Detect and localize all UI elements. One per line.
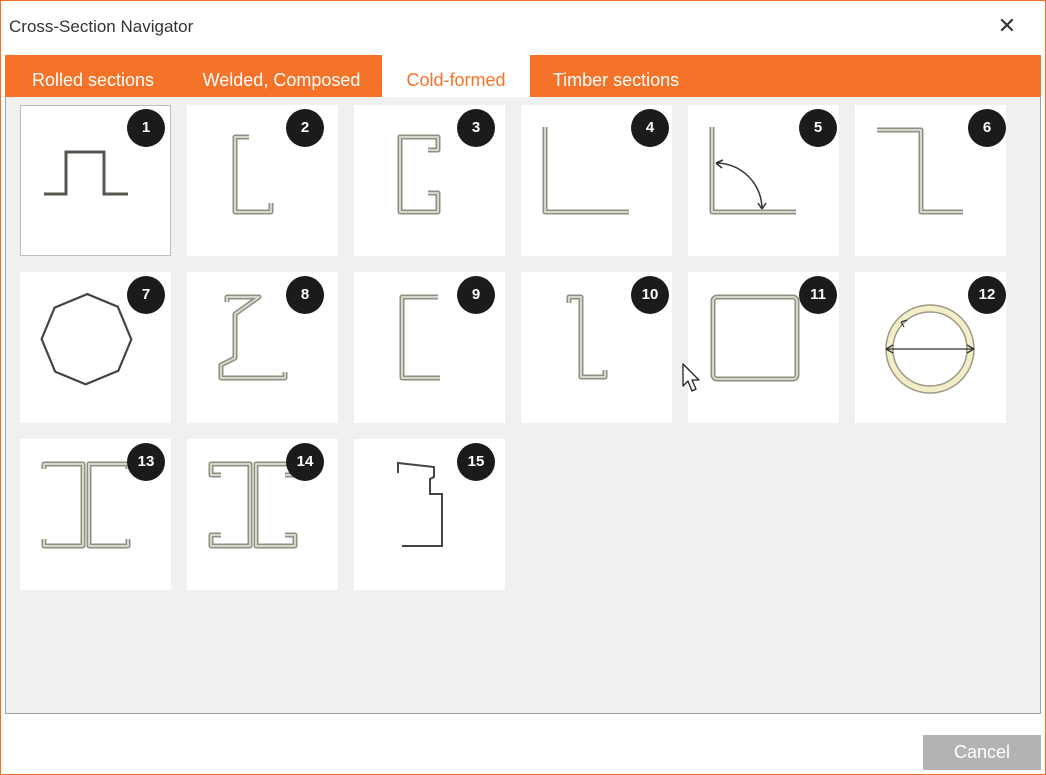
section-tile-9[interactable]: 9: [354, 272, 505, 423]
dialog-title: Cross-Section Navigator: [9, 17, 194, 36]
tab-label: Rolled sections: [31, 70, 155, 90]
section-number-badge: 15: [457, 443, 495, 481]
title-bar: Cross-Section Navigator ✕: [1, 1, 1045, 53]
section-number-badge: 10: [631, 276, 669, 314]
section-number-badge: 11: [799, 276, 837, 314]
section-number-badge: 6: [968, 109, 1006, 147]
section-tile-5[interactable]: 5: [688, 105, 839, 256]
section-tile-14[interactable]: 14: [187, 439, 338, 590]
section-tile-3[interactable]: 3: [354, 105, 505, 256]
section-tile-1[interactable]: 1: [20, 105, 171, 256]
section-number-badge: 8: [286, 276, 324, 314]
tab-rolled-sections[interactable]: Rolled sections: [5, 55, 181, 97]
section-number-badge: 5: [799, 109, 837, 147]
section-tile-2[interactable]: 2: [187, 105, 338, 256]
section-tile-15[interactable]: 15: [354, 439, 505, 590]
section-tile-7[interactable]: 7: [20, 272, 171, 423]
close-icon[interactable]: ✕: [991, 11, 1023, 43]
tab-bar: Rolled sections Welded, Composed Cold-fo…: [5, 55, 1041, 97]
section-number-badge: 9: [457, 276, 495, 314]
section-tile-10[interactable]: 10: [521, 272, 672, 423]
section-tile-11[interactable]: 11: [688, 272, 839, 423]
tab-cold-formed[interactable]: Cold-formed: [382, 55, 530, 97]
section-tile-8[interactable]: 8: [187, 272, 338, 423]
section-number-badge: 7: [127, 276, 165, 314]
section-number-badge: 1: [127, 109, 165, 147]
section-number-badge: 14: [286, 443, 324, 481]
section-number-badge: 3: [457, 109, 495, 147]
cancel-button[interactable]: Cancel: [923, 735, 1041, 770]
section-number-badge: 4: [631, 109, 669, 147]
tab-label: Welded, Composed: [202, 70, 361, 90]
section-number-badge: 2: [286, 109, 324, 147]
section-tile-4[interactable]: 4: [521, 105, 672, 256]
sections-panel: 1 2 3 4 5 6 7 8 9 10 11 12 13 14 15: [5, 97, 1041, 714]
tab-label: Cold-formed: [406, 70, 506, 90]
section-tile-6[interactable]: 6: [855, 105, 1006, 256]
dialog-window: Cross-Section Navigator ✕ Rolled section…: [0, 0, 1046, 775]
tab-timber-sections[interactable]: Timber sections: [535, 55, 697, 97]
section-tile-13[interactable]: 13: [20, 439, 171, 590]
section-number-badge: 12: [968, 276, 1006, 314]
tab-welded-composed[interactable]: Welded, Composed: [183, 55, 380, 97]
mouse-pointer-icon: [682, 363, 700, 392]
section-number-badge: 13: [127, 443, 165, 481]
section-tile-12[interactable]: 12: [855, 272, 1006, 423]
tab-label: Timber sections: [552, 70, 680, 90]
